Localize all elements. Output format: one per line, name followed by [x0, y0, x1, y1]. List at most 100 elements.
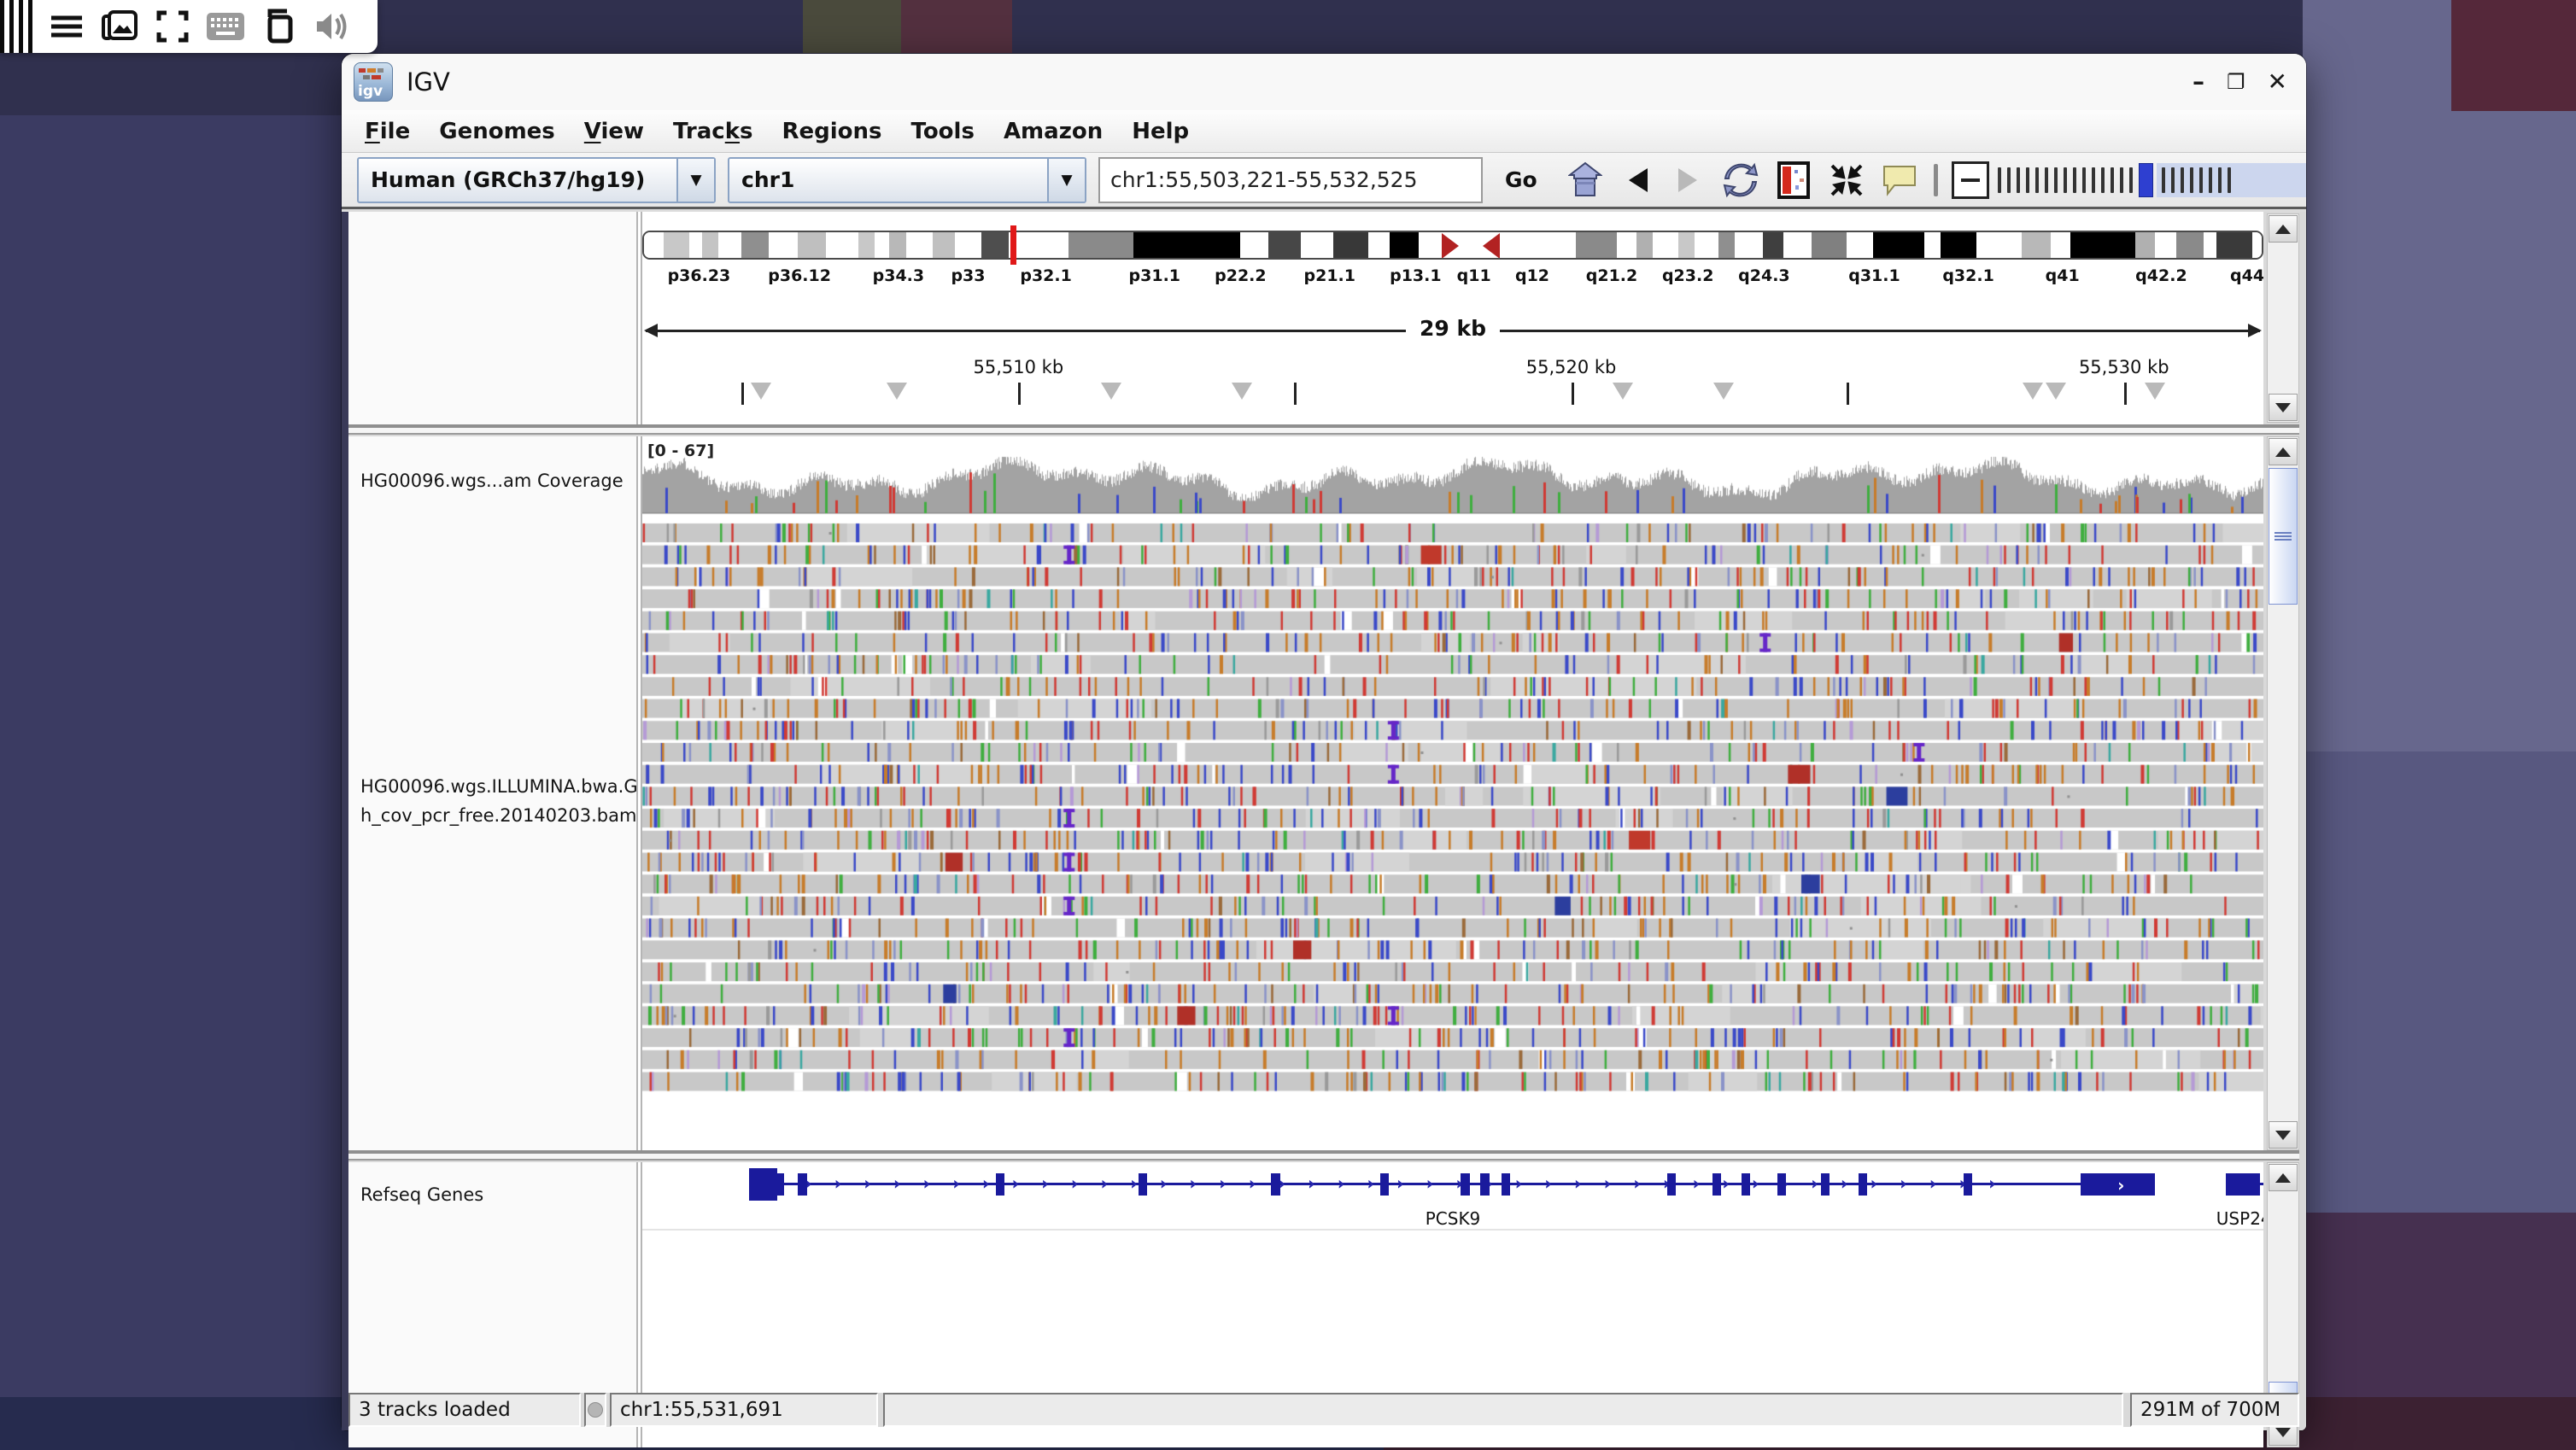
speaker-icon[interactable]: [307, 6, 355, 47]
gene-exon[interactable]: [1461, 1173, 1469, 1196]
keyboard-icon[interactable]: [202, 6, 249, 47]
zoom-tick[interactable]: [2045, 167, 2048, 193]
menu-genomes[interactable]: Genomes: [424, 119, 570, 144]
gene-exon[interactable]: [1777, 1173, 1786, 1196]
ruler-marker-triangle[interactable]: [1713, 383, 1734, 400]
zoom-out-button[interactable]: [1952, 161, 1989, 199]
gene-exon[interactable]: [1380, 1173, 1389, 1196]
chevron-down-icon[interactable]: ▼: [1047, 159, 1085, 202]
zoom-tick[interactable]: [2007, 167, 2011, 193]
zoom-tick[interactable]: [2181, 167, 2184, 193]
scroll-down-icon[interactable]: [2269, 1121, 2298, 1149]
title-bar[interactable]: igv IGV – ❐ ✕: [342, 54, 2306, 110]
gallery-icon[interactable]: [96, 6, 143, 47]
gene-exon[interactable]: [1964, 1173, 1972, 1196]
panel1-scrollbar[interactable]: [2267, 213, 2299, 423]
locus-input[interactable]: [1098, 157, 1483, 203]
close-button[interactable]: ✕: [2268, 70, 2287, 94]
back-icon[interactable]: [1618, 160, 1659, 201]
gene-exon[interactable]: [2226, 1173, 2260, 1196]
gene-exon[interactable]: [749, 1168, 776, 1201]
gene-exon[interactable]: [996, 1173, 1004, 1196]
copy-icon[interactable]: [255, 6, 302, 47]
collapse-arrows-icon[interactable]: [1826, 160, 1867, 201]
menu-tracks[interactable]: Tracks: [659, 119, 767, 144]
names-data-divider[interactable]: [636, 436, 642, 1150]
ideogram-body[interactable]: [642, 231, 2263, 260]
gene-exon[interactable]: [1139, 1173, 1147, 1196]
zoom-tick[interactable]: [2092, 167, 2095, 193]
scrollbar-thumb[interactable]: [2269, 468, 2298, 605]
scroll-up-icon[interactable]: [2269, 1164, 2298, 1191]
zoom-tick[interactable]: [2129, 167, 2133, 193]
menu-icon[interactable]: [43, 6, 91, 47]
ruler-marker-triangle[interactable]: [1232, 383, 1252, 400]
zoom-tick[interactable]: [2054, 167, 2058, 193]
menu-help[interactable]: Help: [1117, 119, 1203, 144]
scroll-up-icon[interactable]: [2269, 438, 2298, 465]
gene-exon[interactable]: [1712, 1173, 1721, 1196]
zoom-tick[interactable]: [2082, 167, 2086, 193]
gene-label-usp24[interactable]: USP24: [2216, 1208, 2263, 1229]
panel2-scrollbar[interactable]: [2267, 436, 2299, 1150]
menu-regions[interactable]: Regions: [768, 119, 897, 144]
menu-file[interactable]: File: [350, 119, 424, 144]
gene-exon[interactable]: [1859, 1173, 1867, 1196]
gene-exon[interactable]: [798, 1173, 806, 1196]
chromosome-select[interactable]: chr1 ▼: [728, 157, 1086, 203]
ruler-marker-triangle[interactable]: [887, 383, 907, 400]
gene-exon[interactable]: [774, 1173, 783, 1196]
zoom-tick[interactable]: [2035, 167, 2039, 193]
coverage-track-name[interactable]: HG00096.wgs...am Coverage: [360, 471, 624, 491]
scroll-up-icon[interactable]: [2269, 215, 2298, 243]
zoom-slider[interactable]: [1952, 160, 2306, 201]
ruler-marker-triangle[interactable]: [2046, 383, 2066, 400]
ruler-marker-triangle[interactable]: [2145, 383, 2165, 400]
zoom-slider-active-band[interactable]: [2157, 163, 2306, 197]
chromosome-ideogram[interactable]: p36.23p36.12p34.3p33p32.1p31.1p22.2p21.1…: [642, 231, 2263, 299]
gene-track[interactable]: ››››››››››››››››››››››››››››››››››››››››…: [642, 1162, 2263, 1239]
zoom-tick[interactable]: [2162, 167, 2165, 193]
zoom-tick[interactable]: [2199, 167, 2203, 193]
gene-exon[interactable]: [1271, 1173, 1279, 1196]
go-button[interactable]: Go: [1498, 162, 1544, 197]
menu-amazon[interactable]: Amazon: [989, 119, 1117, 144]
drag-grip[interactable]: [0, 0, 38, 53]
fullscreen-icon[interactable]: [149, 6, 196, 47]
zoom-tick[interactable]: [2171, 167, 2175, 193]
alignment-pileup-canvas[interactable]: [642, 436, 2263, 1150]
gene-track-name[interactable]: Refseq Genes: [360, 1184, 483, 1205]
ruler-marker-triangle[interactable]: [751, 383, 771, 400]
zoom-tick[interactable]: [2209, 167, 2212, 193]
scroll-down-icon[interactable]: [2269, 394, 2298, 421]
gene-exon[interactable]: [1480, 1173, 1489, 1196]
alignment-track-name-line1[interactable]: HG00096.wgs.ILLUMINA.bwa.G: [360, 776, 638, 797]
zoom-slider-thumb[interactable]: [2139, 163, 2153, 197]
zoom-tick[interactable]: [2228, 167, 2231, 193]
genome-select[interactable]: Human (GRCh37/hg19) ▼: [357, 157, 716, 203]
zoom-tick[interactable]: [2218, 167, 2222, 193]
chevron-down-icon[interactable]: ▼: [676, 159, 714, 202]
names-data-divider[interactable]: [636, 212, 642, 424]
zoom-tick[interactable]: [2190, 167, 2193, 193]
zoom-tick[interactable]: [2064, 167, 2067, 193]
ruler[interactable]: 55,510 kb55,520 kb55,530 kb: [642, 357, 2263, 417]
forward-icon[interactable]: [1667, 160, 1708, 201]
gene-exon[interactable]: [1667, 1173, 1676, 1196]
zoom-tick[interactable]: [2017, 167, 2020, 193]
home-icon[interactable]: [1565, 160, 1606, 201]
ruler-marker-triangle[interactable]: [2023, 383, 2043, 400]
gene-exon[interactable]: [1742, 1173, 1750, 1196]
zoom-tick[interactable]: [1998, 167, 2001, 193]
ruler-marker-triangle[interactable]: [1613, 383, 1633, 400]
gene-exon[interactable]: [1502, 1173, 1510, 1196]
maximize-button[interactable]: ❐: [2227, 72, 2245, 92]
zoom-tick[interactable]: [2026, 167, 2029, 193]
tooltip-bubble-icon[interactable]: [1879, 160, 1920, 201]
gene-label-pcsk9[interactable]: PCSK9: [1426, 1208, 1481, 1229]
zoom-tick[interactable]: [2111, 167, 2114, 193]
menu-tools[interactable]: Tools: [897, 119, 989, 144]
zoom-tick[interactable]: [2101, 167, 2105, 193]
region-capture-icon[interactable]: [1773, 160, 1814, 201]
panel-separator[interactable]: [348, 424, 2299, 436]
